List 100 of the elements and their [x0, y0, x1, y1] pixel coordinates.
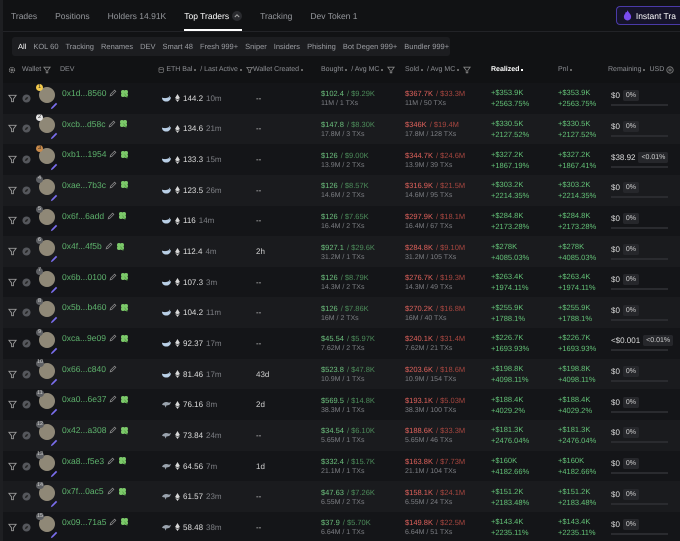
filter-icon[interactable] — [8, 462, 17, 470]
instant-trade-button[interactable]: Instant Tra — [616, 6, 680, 25]
settings-icon[interactable] — [8, 66, 16, 74]
compass-icon[interactable] — [22, 338, 31, 348]
edit-icon[interactable] — [109, 518, 118, 526]
edit-icon[interactable] — [109, 89, 118, 97]
wallet-address[interactable]: 0xa8...f5e3 — [62, 456, 104, 466]
filter-icon[interactable] — [8, 155, 17, 164]
edit-icon[interactable] — [104, 242, 113, 250]
pen-icon[interactable] — [50, 500, 58, 508]
compass-icon[interactable] — [22, 522, 31, 532]
last-active: 15m — [206, 155, 222, 164]
remaining-value: $0 — [611, 275, 620, 284]
filter-icon[interactable] — [8, 522, 17, 532]
edit-icon[interactable] — [107, 456, 116, 465]
compass-icon[interactable] — [22, 216, 31, 226]
compass-icon[interactable] — [22, 492, 31, 502]
pen-icon[interactable] — [50, 163, 58, 172]
remaining-value: $0 — [611, 183, 620, 192]
wallet-created: -- — [255, 124, 262, 134]
edit-icon[interactable] — [109, 150, 118, 158]
filter-icon[interactable] — [8, 186, 17, 195]
edit-icon[interactable] — [108, 334, 117, 342]
whale-icon — [161, 216, 172, 226]
tab[interactable]: Dev Token 1 — [310, 0, 358, 31]
edit-icon[interactable] — [109, 272, 118, 281]
pen-icon[interactable] — [50, 438, 58, 447]
filter-icon[interactable] — [8, 247, 17, 256]
wallet-address[interactable]: 0x6b...0100 — [62, 272, 106, 282]
filter-icon[interactable] — [8, 492, 17, 502]
tab[interactable]: Positions — [55, 0, 90, 31]
tab[interactable]: Holders 14.91K — [108, 0, 166, 31]
pen-icon[interactable] — [50, 194, 58, 202]
tab[interactable]: Top Traders — [184, 0, 242, 31]
whale-icon — [161, 124, 172, 134]
filter-icon[interactable] — [463, 66, 472, 74]
wallet-address[interactable]: 0xb1...1954 — [62, 149, 106, 160]
pen-icon[interactable] — [50, 286, 58, 294]
pen-icon[interactable] — [50, 408, 58, 416]
pen-icon[interactable] — [50, 255, 58, 264]
compass-icon[interactable] — [22, 94, 31, 103]
pen-icon[interactable] — [50, 224, 58, 232]
filter-icon[interactable] — [387, 66, 396, 74]
filter-icon[interactable] — [43, 66, 52, 74]
pen-icon[interactable] — [50, 102, 58, 110]
wallet-address[interactable]: 0xae...7b3c — [62, 180, 106, 190]
last-active: 4m — [205, 247, 217, 256]
pen-icon[interactable] — [50, 470, 58, 478]
wallet-address[interactable]: 0xcb...d58c — [62, 118, 106, 129]
compass-icon[interactable] — [22, 400, 31, 410]
ethereum-icon — [175, 124, 180, 133]
filter-icon[interactable] — [8, 338, 17, 348]
compass-icon[interactable] — [22, 186, 31, 195]
compass-icon[interactable] — [22, 155, 31, 164]
remaining-value: $0 — [611, 459, 620, 468]
compass-icon[interactable] — [22, 462, 31, 470]
remaining-value: $0 — [611, 428, 620, 438]
pen-icon[interactable] — [50, 378, 58, 386]
pen-icon[interactable] — [50, 316, 58, 324]
filter-icon[interactable] — [8, 430, 17, 440]
pen-icon[interactable] — [50, 346, 58, 355]
filter-icon[interactable] — [8, 370, 17, 379]
wallet-address[interactable]: 0x66...c840 — [62, 364, 106, 374]
filter-icon[interactable] — [8, 124, 17, 134]
edit-icon[interactable] — [109, 426, 118, 434]
edit-icon[interactable] — [107, 212, 116, 220]
filter-icon[interactable] — [8, 94, 17, 103]
filter-icon[interactable] — [8, 400, 17, 410]
pen-icon[interactable] — [50, 530, 58, 539]
tab[interactable]: Tracking — [260, 0, 292, 31]
compass-icon[interactable] — [22, 308, 31, 318]
filter-icon[interactable] — [246, 66, 253, 74]
edit-icon[interactable] — [108, 364, 117, 373]
wallet-address[interactable]: 0xa0...6e37 — [62, 394, 106, 404]
filter-icon[interactable] — [8, 216, 17, 226]
edit-icon[interactable] — [108, 120, 116, 128]
compass-icon[interactable] — [22, 370, 31, 379]
filter-icon[interactable] — [8, 308, 17, 318]
compass-icon[interactable] — [22, 247, 31, 256]
wallet-address[interactable]: 0x7f...0ac5 — [62, 486, 104, 496]
compass-icon[interactable] — [22, 124, 31, 134]
wallet-address[interactable]: 0x5b...b460 — [62, 302, 106, 312]
filter-icon[interactable] — [8, 278, 17, 287]
compass-icon[interactable] — [22, 430, 31, 440]
wallet-created: -- — [255, 492, 262, 502]
wallet-address[interactable]: 0x4f...4f5b — [62, 241, 102, 252]
tab[interactable]: Trades — [11, 0, 38, 31]
wallet-address[interactable]: 0x1d...8560 — [62, 88, 106, 98]
edit-icon[interactable] — [109, 303, 118, 312]
wallet-address[interactable]: 0x42...a308 — [62, 425, 106, 436]
edit-icon[interactable] — [109, 395, 118, 404]
ethereum-icon — [175, 370, 180, 378]
edit-icon[interactable] — [106, 487, 115, 496]
compass-icon[interactable] — [22, 278, 31, 287]
wallet-address[interactable]: 0x09...71a5 — [62, 516, 106, 527]
wallet-address[interactable]: 0x6f...6add — [62, 210, 104, 221]
pen-icon[interactable] — [50, 132, 58, 140]
edit-icon[interactable] — [108, 180, 117, 189]
wallet-address[interactable]: 0xca...9e09 — [62, 333, 106, 344]
last-active: 21m — [206, 124, 222, 134]
